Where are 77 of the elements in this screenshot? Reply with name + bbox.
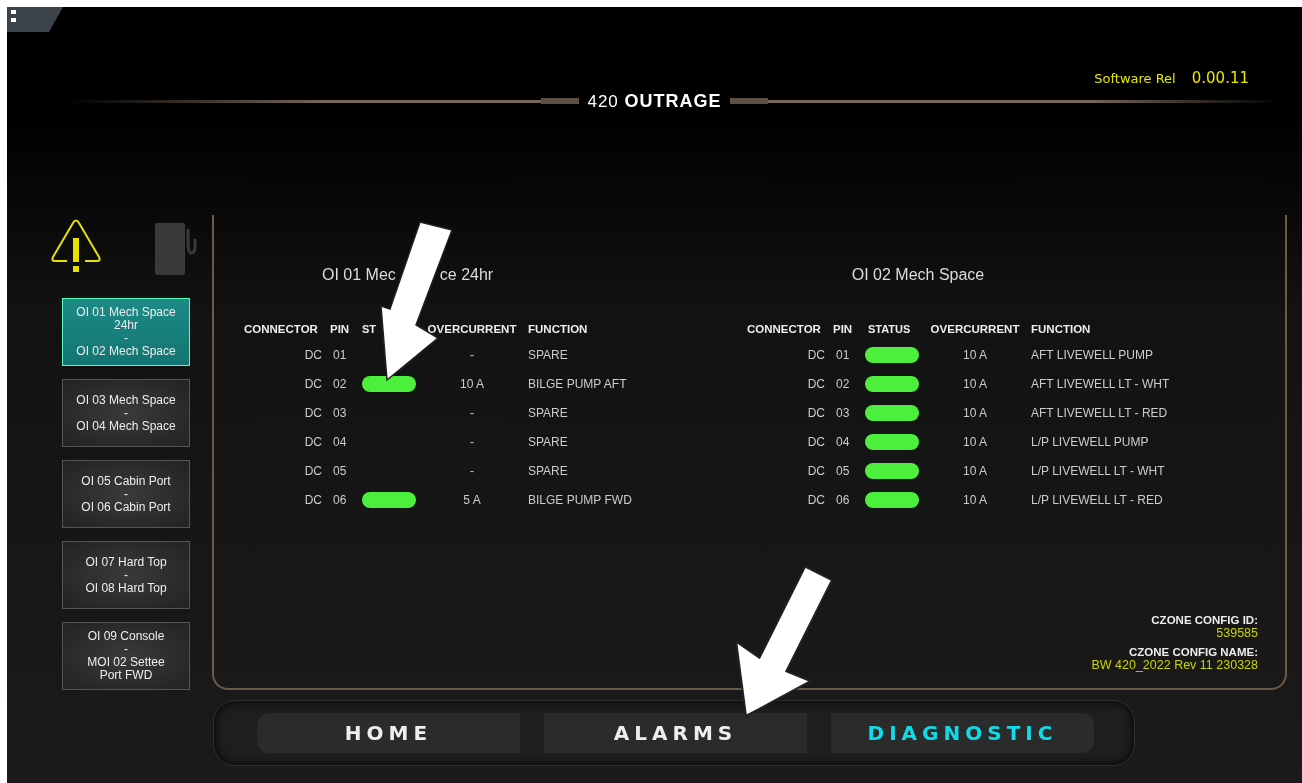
- config-name-label: CZONE CONFIG NAME:: [1128, 646, 1258, 658]
- column-header: OVERCURRENT: [929, 323, 1021, 335]
- function-cell-text: SPARE: [527, 435, 569, 449]
- function-cell-text: L/P LIVEWELL PUMP: [1030, 435, 1150, 449]
- config-id-label: CZONE CONFIG ID:: [1151, 614, 1258, 626]
- connector-cell-text: DC: [303, 348, 322, 362]
- pin-cell-text: 02: [835, 377, 851, 391]
- module-button[interactable]: OI 07 Hard Top - OI 08 Hard Top: [62, 541, 190, 609]
- function-cell-text: L/P LIVEWELL LT - WHT: [1030, 464, 1166, 478]
- column-header: OVERCURRENT: [426, 323, 518, 335]
- overcurrent-cell-text: 10 A: [962, 406, 988, 420]
- pin-cell-text: 04: [332, 435, 348, 449]
- column-header: STATUS: [867, 323, 912, 335]
- overcurrent-cell-text: 10 A: [459, 377, 485, 391]
- pin-cell-text: 05: [332, 464, 348, 478]
- pin-cell-text: 06: [835, 493, 851, 507]
- connector-cell-text: DC: [806, 377, 825, 391]
- software-version: 0.00.11: [1191, 69, 1249, 87]
- connector-cell-text: DC: [806, 464, 825, 478]
- overcurrent-cell-text: 5 A: [462, 493, 482, 507]
- connector-cell-text: DC: [303, 493, 322, 507]
- software-label: Software Rel: [1094, 70, 1176, 86]
- column-header: CONNECTOR: [244, 323, 319, 335]
- menu-icon: [11, 10, 16, 24]
- function-cell-text: AFT LIVEWELL LT - WHT: [1030, 377, 1171, 391]
- function-cell-text: SPARE: [527, 464, 569, 478]
- overcurrent-cell-text: 10 A: [962, 377, 988, 391]
- connector-cell-text: DC: [806, 493, 825, 507]
- function-cell-text: SPARE: [527, 348, 569, 362]
- nav-tab[interactable]: HOME: [257, 713, 520, 753]
- pin-cell-text: 03: [332, 406, 348, 420]
- module-heading: OI 01 Mec: [322, 266, 396, 285]
- pin-cell-text: 02: [332, 377, 348, 391]
- overcurrent-cell-text: -: [469, 406, 475, 420]
- function-cell-text: L/P LIVEWELL LT - RED: [1030, 493, 1164, 507]
- connector-cell-text: DC: [303, 377, 322, 391]
- column-header: CONNECTOR: [747, 323, 822, 335]
- pin-cell-text: 05: [835, 464, 851, 478]
- overcurrent-cell-text: -: [469, 464, 475, 478]
- function-cell-text: AFT LIVEWELL LT - RED: [1030, 406, 1169, 420]
- column-header: FUNCTION: [1030, 323, 1092, 335]
- function-cell-text: SPARE: [527, 406, 569, 420]
- module-button[interactable]: OI 03 Mech Space - OI 04 Mech Space: [62, 379, 190, 447]
- pin-cell-text: 04: [835, 435, 851, 449]
- connector-cell-text: DC: [303, 435, 322, 449]
- overcurrent-cell-text: 10 A: [962, 348, 988, 362]
- overcurrent-cell-text: 10 A: [962, 493, 988, 507]
- overcurrent-cell-text: 10 A: [962, 435, 988, 449]
- pin-cell-text: 06: [332, 493, 348, 507]
- pin-cell-text: 01: [835, 348, 851, 362]
- column-header: FUNCTION: [527, 323, 589, 335]
- module-button[interactable]: OI 05 Cabin Port - OI 06 Cabin Port: [62, 460, 190, 528]
- connector-cell-text: DC: [806, 435, 825, 449]
- column-header: ST: [362, 323, 378, 335]
- column-header: PIN: [832, 323, 854, 335]
- column-header: PIN: [329, 323, 351, 335]
- connector-cell-text: DC: [806, 348, 825, 362]
- connector-cell-text: DC: [303, 464, 322, 478]
- config-id: 539585: [1216, 626, 1258, 640]
- overcurrent-cell-text: 10 A: [962, 464, 988, 478]
- module-heading: ce 24hr: [439, 266, 494, 285]
- pin-cell-text: 01: [332, 348, 348, 362]
- module-heading: OI 02 Mech Space: [851, 266, 985, 285]
- config-name: BW 420_2022 Rev 11 230328: [1091, 658, 1258, 672]
- nav-tab[interactable]: DIAGNOSTIC: [831, 713, 1094, 753]
- menu-tab[interactable]: [7, 7, 63, 32]
- pin-cell-text: 03: [835, 406, 851, 420]
- connector-cell-text: DC: [806, 406, 825, 420]
- module-button[interactable]: OI 09 Console - MOI 02 Settee Port FWD: [62, 622, 190, 690]
- module-button[interactable]: OI 01 Mech Space 24hr - OI 02 Mech Space: [62, 298, 190, 366]
- function-cell-text: BILGE PUMP AFT: [527, 377, 628, 391]
- function-cell-text: BILGE PUMP FWD: [527, 493, 633, 507]
- nav-tab[interactable]: ALARMS: [544, 713, 807, 753]
- connector-cell-text: DC: [303, 406, 322, 420]
- overcurrent-cell-text: -: [469, 435, 475, 449]
- function-cell-text: AFT LIVEWELL PUMP: [1030, 348, 1155, 362]
- overcurrent-cell-text: -: [469, 348, 475, 362]
